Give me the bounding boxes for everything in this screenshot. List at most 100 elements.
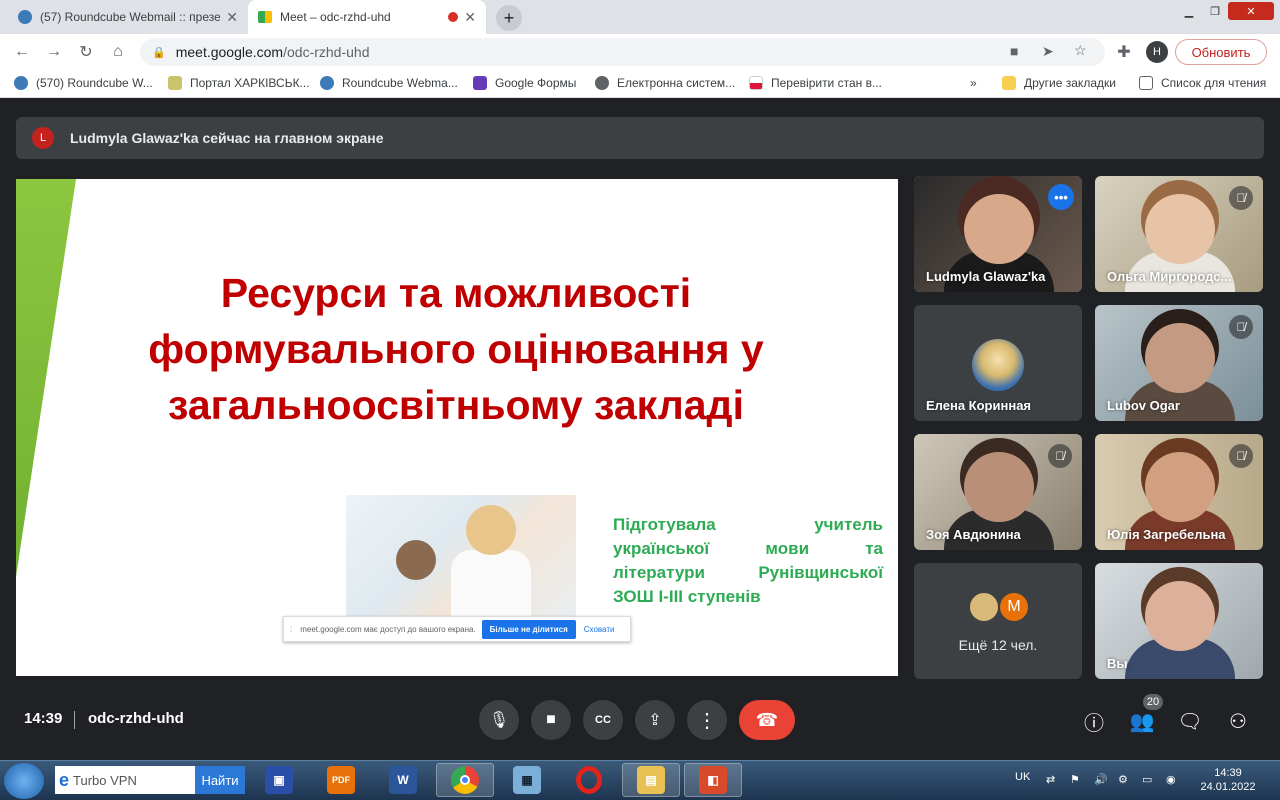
- more-participants-label: Ещё 12 чел.: [958, 637, 1038, 653]
- stop-sharing-button[interactable]: Більше не ділитися: [481, 619, 576, 639]
- more-options-icon[interactable]: •••: [1048, 184, 1074, 210]
- presenting-banner: L Ludmyla Glawaz'ka сейчас на главном эк…: [16, 117, 1264, 159]
- self-view-tile[interactable]: Вы: [1095, 563, 1263, 679]
- people-icon[interactable]: 👥: [1128, 708, 1156, 734]
- activities-icon[interactable]: ⚇: [1224, 708, 1252, 734]
- word-app-icon[interactable]: W: [374, 763, 432, 797]
- slide-title-line: Ресурси та можливості: [220, 270, 692, 316]
- bookmark-item[interactable]: Електронна систем...: [595, 76, 735, 90]
- video-figure: [1145, 581, 1215, 651]
- hide-button[interactable]: Сховати: [584, 625, 615, 634]
- end-call-button[interactable]: ☎: [739, 700, 795, 740]
- participant-avatar: M: [998, 591, 1030, 623]
- participant-name: Вы: [1107, 656, 1128, 671]
- info-icon[interactable]: ⓘ: [1080, 708, 1108, 735]
- reading-list[interactable]: Список для чтения: [1139, 76, 1266, 90]
- tab-title: (57) Roundcube Webmail :: презе: [40, 10, 221, 24]
- more-participants-tile[interactable]: M Ещё 12 чел.: [914, 563, 1082, 679]
- chrome-app-icon[interactable]: [436, 763, 494, 797]
- bookmark-item[interactable]: Google Формы: [473, 76, 576, 90]
- participant-name: Елена Коринная: [926, 398, 1032, 413]
- close-tab-icon[interactable]: ✕: [464, 9, 476, 26]
- send-icon[interactable]: ➤: [1042, 43, 1054, 60]
- star-icon[interactable]: ☆: [1074, 42, 1087, 59]
- search-value: Turbo VPN: [73, 772, 137, 788]
- url-domain: meet.google.com: [175, 44, 284, 60]
- share-bar-text: meet.google.com має доступ до вашого екр…: [300, 624, 476, 634]
- hang-up-icon: ☎: [755, 709, 779, 730]
- minimize-icon[interactable]: ▁: [1176, 2, 1202, 20]
- participant-tile[interactable]: Елена Коринная: [914, 305, 1082, 421]
- taskbar-search-button[interactable]: Найти: [195, 766, 245, 794]
- close-tab-icon[interactable]: ✕: [226, 9, 238, 26]
- forward-icon[interactable]: →: [42, 40, 66, 64]
- tab-roundcube[interactable]: (57) Roundcube Webmail :: презе ✕: [8, 0, 248, 34]
- photo-figure: [451, 550, 531, 625]
- profile-avatar[interactable]: H: [1146, 41, 1168, 63]
- restore-icon[interactable]: ❐: [1202, 2, 1228, 20]
- participant-name: Lubov Ogar: [1107, 398, 1180, 413]
- participant-tile[interactable]: 🎙̸ Ольга Миргородс...: [1095, 176, 1263, 292]
- pdf-app-icon[interactable]: PDF: [312, 763, 370, 797]
- bookmark-item[interactable]: Roundcube Webma...: [320, 76, 458, 90]
- camera-icon: ■: [546, 711, 556, 728]
- mic-button[interactable]: 🎙: [479, 700, 519, 740]
- presenter-avatar: L: [32, 127, 54, 149]
- network-icon[interactable]: ⇄: [1046, 773, 1055, 786]
- meet-icon: [258, 11, 272, 23]
- screen-share-bar: ⁞ meet.google.com має доступ до вашого е…: [283, 616, 631, 642]
- back-icon[interactable]: ←: [10, 40, 34, 64]
- opera-app-icon[interactable]: [560, 763, 618, 797]
- participant-tile[interactable]: ••• Ludmyla Glawaz'ka: [914, 176, 1082, 292]
- more-options-button[interactable]: ⋮: [687, 700, 727, 740]
- meeting-code: odc-rzhd-uhd: [88, 710, 184, 727]
- taskbar-search-input[interactable]: e Turbo VPN: [55, 766, 195, 794]
- roundcube-icon: [320, 76, 334, 90]
- window-close-button[interactable]: ✕: [1228, 2, 1274, 20]
- calculator-app-icon[interactable]: ▦: [498, 763, 556, 797]
- other-bookmarks[interactable]: Другие закладки: [1002, 76, 1116, 90]
- video-figure: [1145, 452, 1215, 522]
- photo-figure: [466, 505, 516, 555]
- bookmark-item[interactable]: Портал ХАРКІВСЬК...: [168, 76, 310, 90]
- home-icon[interactable]: ⌂: [106, 40, 130, 64]
- taskbar-clock[interactable]: 14:39 24.01.2022: [1198, 766, 1258, 794]
- bookmark-item[interactable]: Перевірити стан в...: [749, 76, 882, 90]
- vpn-tray-icon[interactable]: ◉: [1166, 773, 1176, 786]
- extensions-icon[interactable]: ✚: [1112, 40, 1136, 64]
- bookmark-label: (570) Roundcube W...: [36, 76, 153, 90]
- more-bookmarks-icon[interactable]: »: [970, 76, 977, 90]
- camera-button[interactable]: ■: [531, 700, 571, 740]
- monitor-icon[interactable]: ▭: [1142, 773, 1152, 786]
- participant-tile[interactable]: 🎙̸ Юлія Загребельна: [1095, 434, 1263, 550]
- forms-icon: [473, 76, 487, 90]
- bookmarks-bar: (570) Roundcube W... Портал ХАРКІВСЬК...…: [0, 70, 1280, 98]
- captions-button[interactable]: CC: [583, 700, 623, 740]
- lock-icon: 🔒: [152, 46, 166, 59]
- explorer-app-icon[interactable]: ▤: [622, 763, 680, 797]
- volume-icon[interactable]: 🔊: [1094, 773, 1108, 786]
- present-button[interactable]: ⇪: [635, 700, 675, 740]
- save-app-icon[interactable]: ▣: [250, 763, 308, 797]
- chat-icon[interactable]: 🗨: [1176, 708, 1204, 734]
- reload-icon[interactable]: ↻: [74, 40, 98, 64]
- participant-tile[interactable]: 🎙̸ Lubov Ogar: [1095, 305, 1263, 421]
- drag-handle-icon[interactable]: ⁞: [290, 625, 292, 634]
- bookmark-item[interactable]: (570) Roundcube W...: [14, 76, 153, 90]
- bookmark-label: Google Формы: [495, 76, 577, 90]
- mic-off-icon: 🎙̸: [1229, 186, 1253, 210]
- flag-tray-icon[interactable]: ⚑: [1070, 773, 1080, 786]
- address-bar[interactable]: 🔒 meet.google.com/odc-rzhd-uhd ■ ➤ ☆: [140, 38, 1105, 66]
- url-path: /odc-rzhd-uhd: [283, 44, 370, 60]
- participant-name: Юлія Загребельна: [1107, 527, 1226, 542]
- language-indicator[interactable]: UK: [1015, 771, 1030, 783]
- new-tab-button[interactable]: +: [496, 5, 522, 31]
- presentation-app-icon[interactable]: ◧: [684, 763, 742, 797]
- update-button[interactable]: Обновить: [1175, 39, 1267, 65]
- participant-tile[interactable]: 🎙̸ Зоя Авдюнина: [914, 434, 1082, 550]
- start-button[interactable]: [4, 763, 44, 799]
- presentation-slide: Ресурси та можливості формувального оцін…: [16, 179, 898, 676]
- tab-meet[interactable]: Meet – odc-rzhd-uhd ✕: [248, 0, 486, 34]
- camera-icon[interactable]: ■: [1010, 43, 1018, 59]
- app-tray-icon[interactable]: ⚙: [1118, 773, 1128, 786]
